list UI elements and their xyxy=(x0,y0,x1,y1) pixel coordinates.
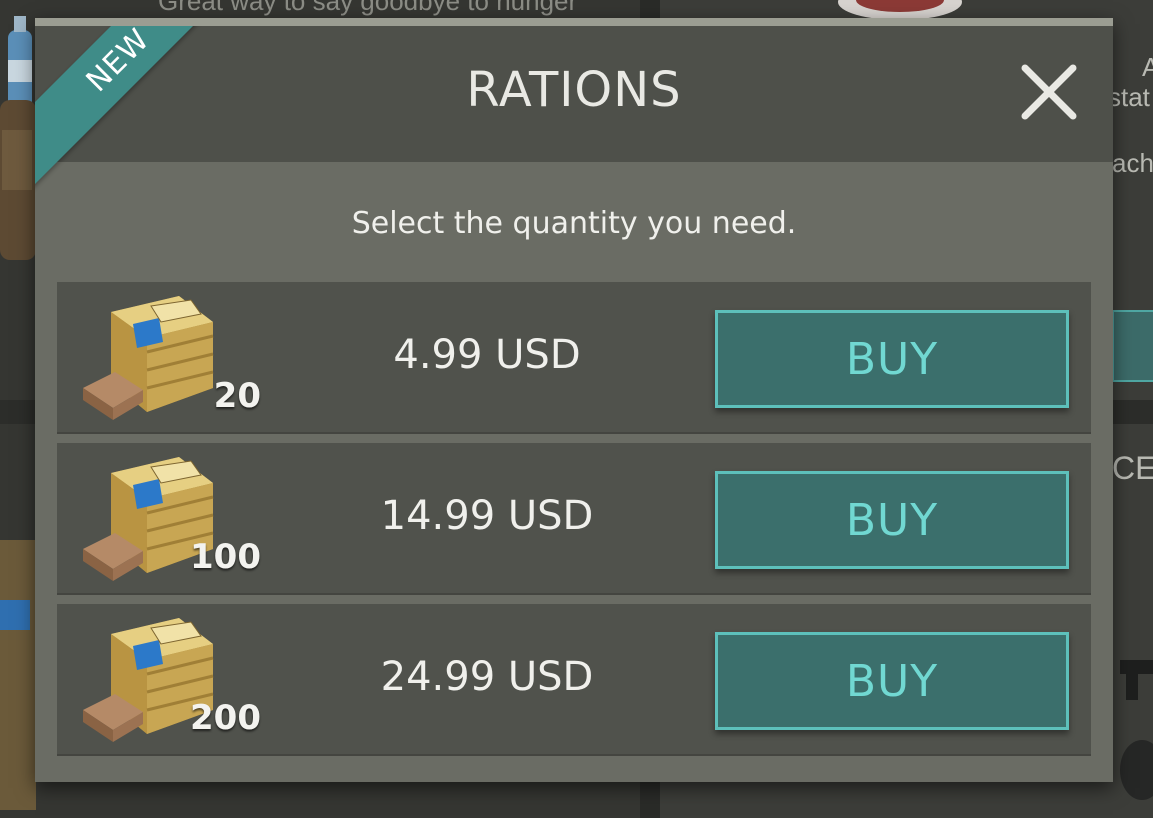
rifle-icon xyxy=(1120,660,1153,800)
backpack-icon xyxy=(0,100,36,260)
meat-dish-icon xyxy=(838,0,962,20)
offer-row: 20 4.99 USD BUY xyxy=(57,282,1091,434)
modal-title: RATIONS xyxy=(466,62,682,118)
offer-row: 200 24.99 USD BUY xyxy=(57,604,1091,756)
close-button[interactable] xyxy=(1017,60,1081,124)
rations-modal: NEW RATIONS Select the quantity you need… xyxy=(35,18,1113,782)
offer-quantity: 20 xyxy=(213,376,261,416)
modal-subtitle: Select the quantity you need. xyxy=(351,206,797,241)
background-fragment-a: A xyxy=(1142,52,1153,82)
background-button xyxy=(1112,310,1153,382)
crate-edge-icon xyxy=(0,540,36,810)
close-x-icon xyxy=(1021,64,1077,120)
offer-quantity: 100 xyxy=(190,537,261,577)
background-fragment-ach: ach xyxy=(1112,148,1153,178)
buy-button[interactable]: BUY xyxy=(715,632,1069,730)
offer-price: 14.99 USD xyxy=(380,493,594,539)
offer-quantity: 200 xyxy=(190,698,261,738)
background-fragment-stat: stat xyxy=(1108,82,1150,112)
offer-price: 24.99 USD xyxy=(380,654,594,700)
offer-price: 4.99 USD xyxy=(393,332,581,378)
buy-button-label: BUY xyxy=(845,655,939,707)
background-fragment-ce: CE xyxy=(1112,450,1153,486)
buy-button[interactable]: BUY xyxy=(715,310,1069,408)
background-teaser-text: Great way to say goodbye to hunger xyxy=(158,0,578,16)
offer-row: 100 14.99 USD BUY xyxy=(57,443,1091,595)
buy-button-label: BUY xyxy=(845,494,939,546)
buy-button-label: BUY xyxy=(845,333,939,385)
game-screen: Great way to say goodbye to hunger A sta… xyxy=(0,0,1153,818)
offer-list: 20 4.99 USD BUY 100 14.99 USD BUY 200 24… xyxy=(57,282,1091,765)
buy-button[interactable]: BUY xyxy=(715,471,1069,569)
